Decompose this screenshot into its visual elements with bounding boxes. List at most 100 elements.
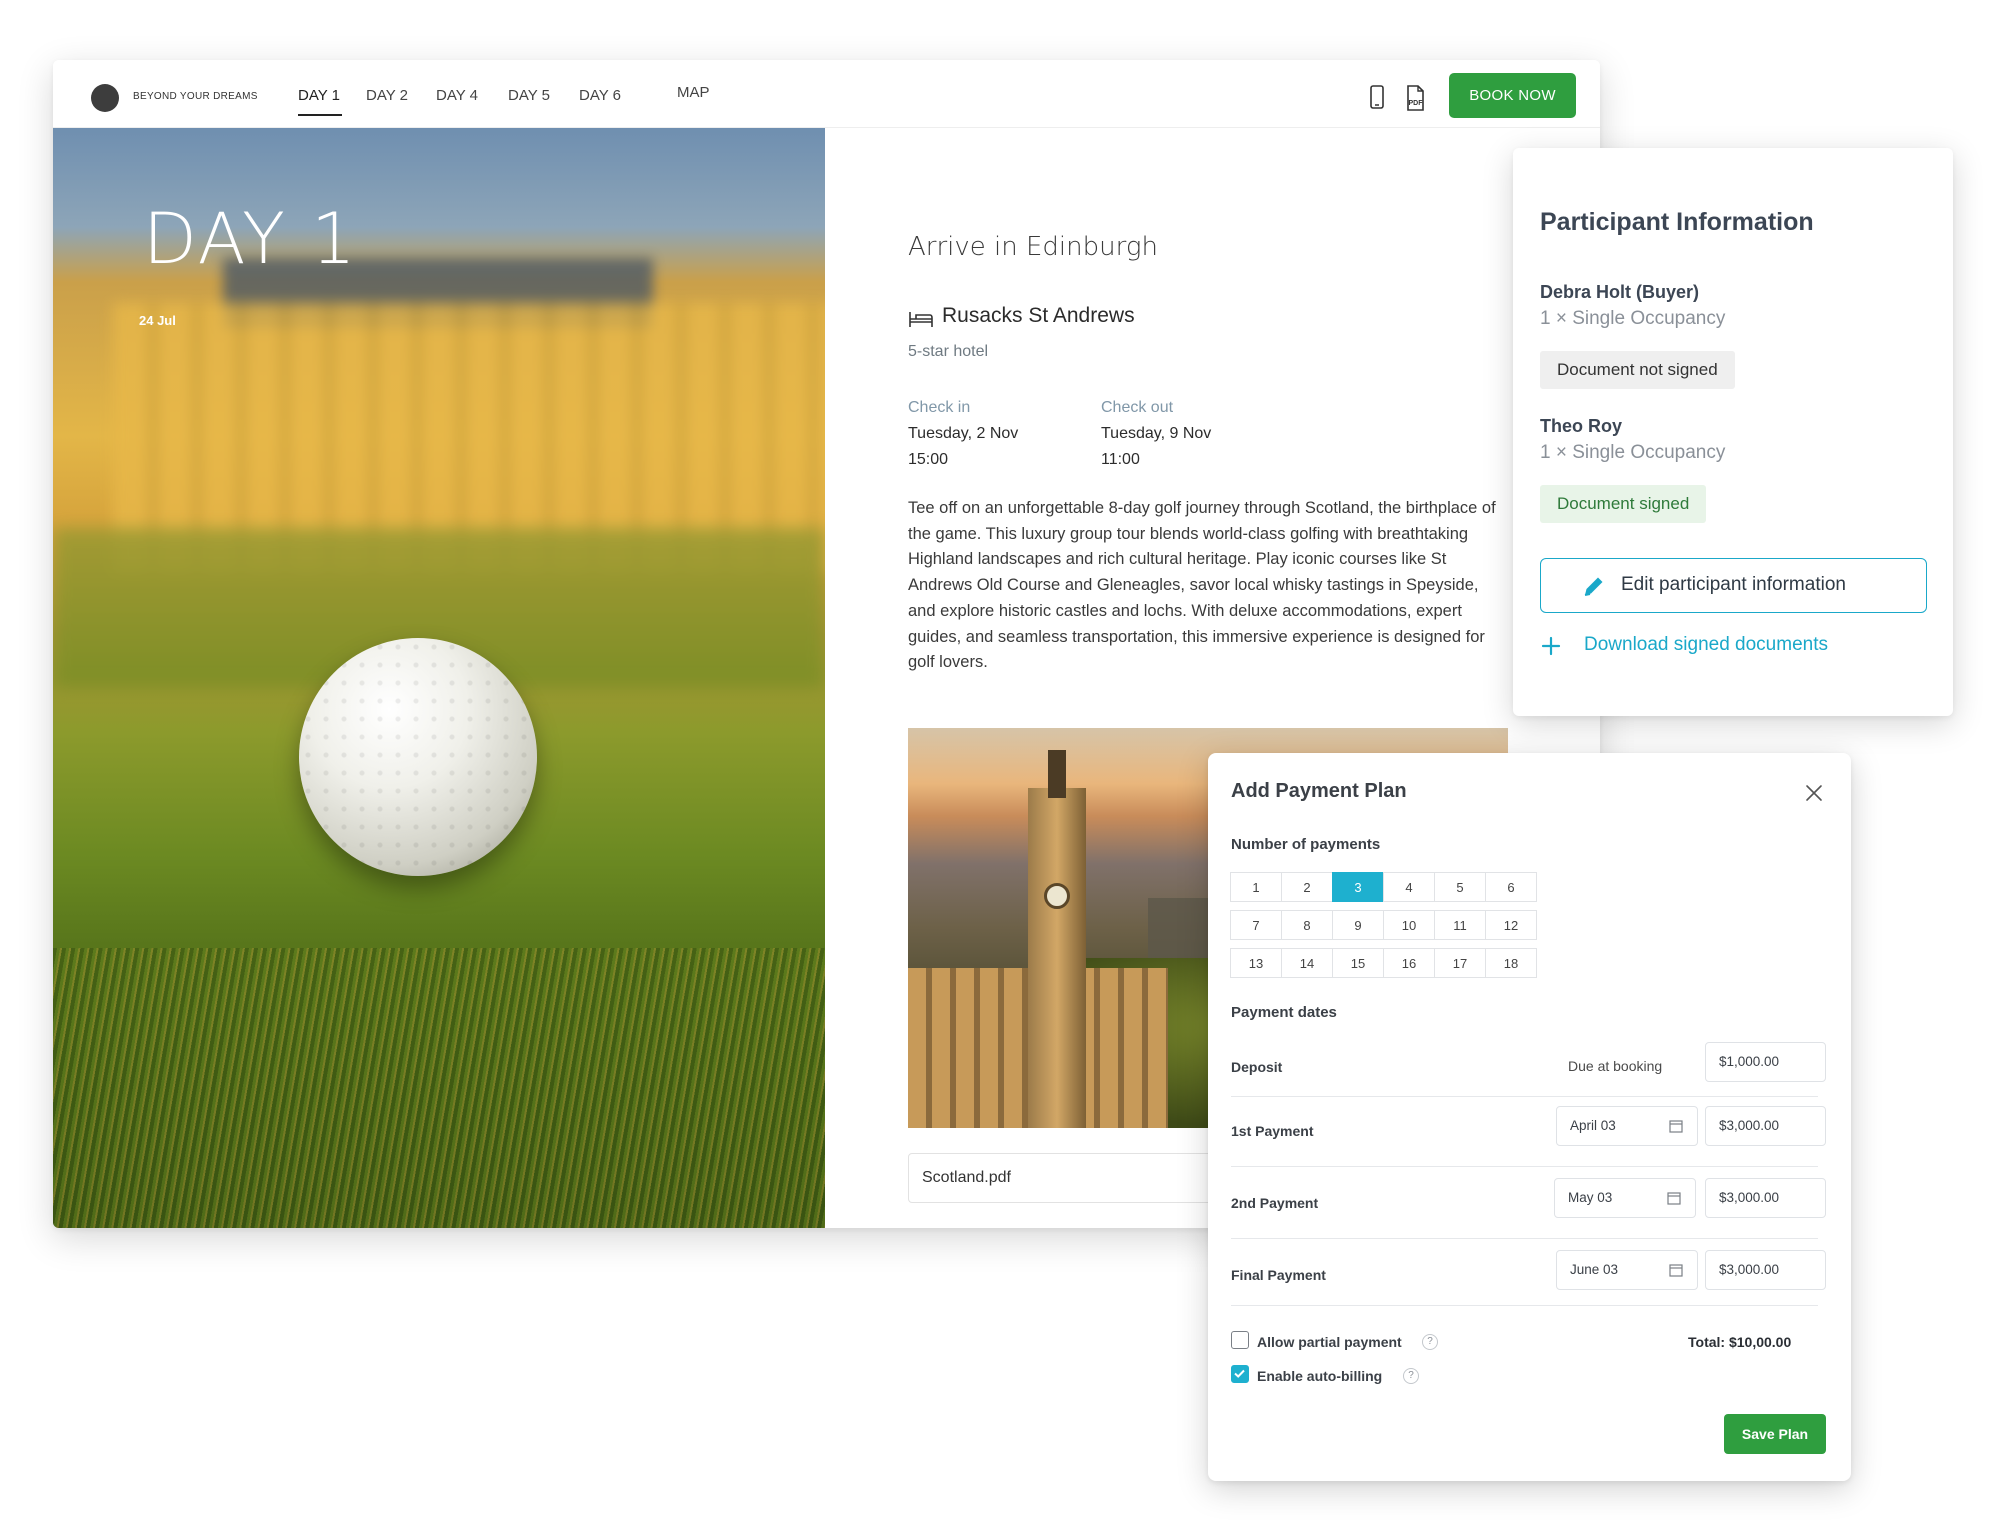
day-description: Tee off on an unforgettable 8-day golf j… — [908, 499, 1496, 672]
check-in-date: Tuesday, 2 Nov — [908, 425, 1019, 442]
payment-count-option[interactable]: 10 — [1383, 910, 1435, 940]
book-now-button[interactable]: BOOK NOW — [1449, 73, 1576, 118]
checkmark-icon — [1234, 1369, 1245, 1378]
payment-count-option[interactable]: 1 — [1230, 872, 1282, 902]
hero-golf-image: DAY 1 24 Jul — [53, 128, 825, 1228]
payment-date-value: April 03 — [1570, 1118, 1616, 1133]
payment-amount-input[interactable]: $3,000.00 — [1705, 1106, 1826, 1146]
check-in-time: 15:00 — [908, 451, 949, 468]
deposit-amount-input[interactable]: $1,000.00 — [1705, 1042, 1826, 1082]
payment-count-option[interactable]: 12 — [1485, 910, 1537, 940]
payment-count-option[interactable]: 5 — [1434, 872, 1486, 902]
payment-count-option[interactable]: 18 — [1485, 948, 1537, 978]
auto-billing-checkbox[interactable] — [1231, 1365, 1249, 1383]
participant-title: Participant Information — [1540, 208, 1814, 236]
plus-icon — [1541, 636, 1561, 656]
payment-count-option[interactable]: 9 — [1332, 910, 1384, 940]
mobile-icon[interactable] — [1364, 83, 1390, 113]
payment-plan-dialog: Add Payment Plan Number of payments 1234… — [1208, 753, 1851, 1481]
active-tab-indicator — [298, 114, 342, 116]
document-status-badge: Document signed — [1540, 485, 1707, 523]
day-title: Arrive in Edinburgh — [908, 232, 1158, 262]
attachment-filename: Scotland.pdf — [922, 1169, 1011, 1186]
document-status-badge: Document not signed — [1540, 351, 1735, 389]
download-documents-label: Download signed documents — [1584, 634, 1828, 655]
pencil-icon — [1584, 577, 1603, 596]
payment-amount-input[interactable]: $3,000.00 — [1705, 1178, 1826, 1218]
hero-grass — [53, 948, 825, 1228]
payment-row-label: Final Payment — [1231, 1267, 1326, 1283]
calendar-icon — [1667, 1192, 1681, 1205]
deposit-label: Deposit — [1231, 1059, 1283, 1075]
pdf-icon[interactable]: PDF — [1402, 83, 1428, 113]
payment-dates-label: Payment dates — [1231, 1004, 1337, 1021]
participant-occupancy: 1 × Single Occupancy — [1540, 442, 1726, 463]
participant-name: Theo Roy — [1540, 416, 1623, 436]
payment-count-option[interactable]: 2 — [1281, 872, 1333, 902]
row-divider — [1231, 1166, 1818, 1167]
tab-day-2[interactable]: DAY 2 — [366, 87, 408, 104]
photo-clock-face — [1044, 883, 1070, 909]
help-icon[interactable]: ? — [1403, 1368, 1419, 1384]
allow-partial-label: Allow partial payment — [1257, 1334, 1402, 1350]
payment-date-input[interactable]: June 03 — [1556, 1250, 1698, 1290]
payment-date-input[interactable]: April 03 — [1556, 1106, 1698, 1146]
payment-date-value: June 03 — [1570, 1262, 1619, 1277]
participant-occupancy: 1 × Single Occupancy — [1540, 308, 1726, 329]
payment-count-option[interactable]: 17 — [1434, 948, 1486, 978]
photo-clock-tower — [1028, 788, 1086, 1128]
payment-count-grid: 1 2 3 4 5 6 7 8 9 10 11 12 13 14 15 16 17 18 — [1230, 872, 1539, 978]
edit-participant-label: Edit participant information — [1621, 574, 1846, 595]
payment-row-label: 1st Payment — [1231, 1123, 1314, 1139]
calendar-icon — [1669, 1120, 1683, 1133]
payment-count-option[interactable]: 7 — [1230, 910, 1282, 940]
participant-name: Debra Holt (Buyer) — [1540, 282, 1700, 302]
number-of-payments-label: Number of payments — [1231, 836, 1381, 853]
payment-count-option[interactable]: 13 — [1230, 948, 1282, 978]
payment-count-option[interactable]: 6 — [1485, 872, 1537, 902]
payment-count-option[interactable]: 3 — [1332, 872, 1384, 902]
payment-count-option[interactable]: 16 — [1383, 948, 1435, 978]
payment-count-option[interactable]: 4 — [1383, 872, 1435, 902]
edit-participant-button[interactable]: Edit participant information — [1540, 558, 1927, 613]
brand-name: BEYOND YOUR DREAMS — [133, 91, 258, 102]
tab-day-6[interactable]: DAY 6 — [579, 87, 621, 104]
help-icon[interactable]: ? — [1422, 1334, 1438, 1350]
hotel-name: Rusacks St Andrews — [942, 304, 1135, 327]
payment-total: Total: $10,00.00 — [1688, 1334, 1792, 1350]
tab-day-1[interactable]: DAY 1 — [298, 87, 340, 104]
payment-date-input[interactable]: May 03 — [1554, 1178, 1696, 1218]
auto-billing-label: Enable auto-billing — [1257, 1368, 1383, 1384]
tab-day-5[interactable]: DAY 5 — [508, 87, 550, 104]
pdf-icon-label: PDF — [1409, 100, 1424, 107]
row-divider — [1231, 1096, 1818, 1097]
payment-count-option[interactable]: 8 — [1281, 910, 1333, 940]
row-divider — [1231, 1238, 1818, 1239]
payment-count-option[interactable]: 15 — [1332, 948, 1384, 978]
tab-day-4[interactable]: DAY 4 — [436, 87, 478, 104]
payment-date-value: May 03 — [1568, 1190, 1613, 1205]
row-divider — [1231, 1305, 1818, 1306]
tab-map[interactable]: MAP — [677, 84, 710, 101]
payment-amount-input[interactable]: $3,000.00 — [1705, 1250, 1826, 1290]
brand-logo — [91, 84, 119, 112]
photo-tower-spire — [1048, 750, 1066, 798]
hotel-rating: 5-star hotel — [908, 343, 989, 360]
allow-partial-checkbox[interactable] — [1231, 1331, 1249, 1349]
calendar-icon — [1669, 1264, 1683, 1277]
payment-count-option[interactable]: 11 — [1434, 910, 1486, 940]
top-nav-bar: BEYOND YOUR DREAMS DAY 1 DAY 2 DAY 4 DAY… — [53, 60, 1600, 128]
save-plan-button[interactable]: Save Plan — [1724, 1414, 1826, 1454]
dialog-title: Add Payment Plan — [1231, 780, 1407, 802]
close-icon[interactable] — [1804, 783, 1824, 803]
check-out-date: Tuesday, 9 Nov — [1101, 425, 1212, 442]
payment-count-option[interactable]: 14 — [1281, 948, 1333, 978]
payment-row-label: 2nd Payment — [1231, 1195, 1319, 1211]
check-out-time: 11:00 — [1101, 451, 1140, 468]
deposit-due-text: Due at booking — [1568, 1058, 1663, 1074]
check-in-label: Check in — [908, 399, 971, 416]
participant-panel: Participant Information Debra Holt (Buye… — [1513, 148, 1953, 716]
hero-day-title: DAY 1 — [143, 198, 358, 280]
golf-ball — [299, 638, 537, 876]
hero-date: 24 Jul — [139, 313, 176, 328]
